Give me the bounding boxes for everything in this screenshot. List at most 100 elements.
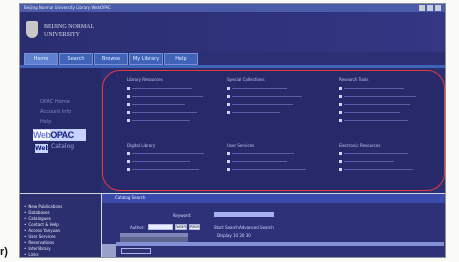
figure-marker: r): [0, 246, 8, 258]
left-list-item[interactable]: New Publications: [24, 204, 62, 209]
keyword-input[interactable]: [214, 212, 274, 217]
tab-search[interactable]: Search: [59, 53, 93, 65]
catalog-item[interactable]: [339, 87, 404, 90]
catalog-section-title: Research Tools: [339, 77, 369, 82]
bullet-icon: [339, 95, 342, 98]
bullet-icon: [127, 87, 130, 90]
catalog-item-line: [232, 104, 293, 105]
author-label: Author:: [130, 225, 145, 230]
bullet-icon: [227, 168, 230, 171]
catalog-item[interactable]: [127, 152, 204, 155]
catalog-item[interactable]: [127, 168, 199, 171]
catalog-section-title: Special Collections: [227, 77, 265, 82]
reset-button[interactable]: Reset: [189, 224, 200, 230]
catalog-item[interactable]: [339, 160, 394, 163]
catalog-section-title: User Services: [227, 143, 255, 148]
catalog-item[interactable]: [339, 168, 413, 171]
tab-home[interactable]: Home: [24, 53, 58, 65]
catalog-item[interactable]: [127, 95, 203, 98]
catalog-item-line: [232, 88, 287, 89]
bullet-icon: [127, 111, 130, 114]
catalog-item[interactable]: [339, 111, 400, 114]
site-header: BEIJING NORMAL UNIVERSITY: [20, 12, 445, 52]
catalog-item[interactable]: [227, 103, 293, 106]
bullet-icon: [227, 152, 230, 155]
left-list-item[interactable]: Reservations: [24, 240, 54, 245]
catalog-item[interactable]: [339, 152, 408, 155]
web-mini-logo: Web: [35, 144, 48, 153]
maximize-button[interactable]: [427, 5, 433, 11]
bullet-icon: [227, 111, 230, 114]
catalog-item[interactable]: [339, 103, 410, 106]
sidebar-link-account[interactable]: Account Info: [40, 109, 71, 115]
catalog-item[interactable]: [127, 103, 185, 106]
advanced-search-label[interactable]: Advanced Search: [239, 225, 274, 230]
sidebar-link-help[interactable]: Help: [40, 119, 51, 125]
mini-control[interactable]: [121, 248, 151, 254]
tab-browse[interactable]: Browse: [94, 53, 128, 65]
field-select[interactable]: [148, 224, 173, 230]
catalog-item[interactable]: [227, 168, 306, 171]
left-list-item[interactable]: Catalogues: [24, 216, 50, 221]
search-toolbar: [102, 194, 445, 203]
catalog-item[interactable]: [227, 87, 287, 90]
close-button[interactable]: [435, 5, 441, 11]
catalog-item[interactable]: [127, 160, 190, 163]
results-status-bar: [116, 242, 444, 246]
left-link-list: New Publications Databases Catalogues Co…: [20, 194, 101, 257]
bullet-icon: [339, 152, 342, 155]
left-list-item[interactable]: Links: [24, 252, 38, 257]
catalog-item-line: [344, 169, 413, 170]
minimize-button[interactable]: [419, 5, 425, 11]
bullet-icon: [339, 119, 342, 122]
tab-help[interactable]: Help: [164, 53, 198, 65]
bullet-icon: [339, 87, 342, 90]
left-list-item[interactable]: User Services: [24, 234, 55, 239]
catalog-item[interactable]: [127, 119, 190, 122]
sidebar-link-opac-home[interactable]: OPAC Home: [40, 99, 70, 105]
display-options[interactable]: Display 10 20 30: [217, 233, 251, 238]
start-search-label[interactable]: Start Search: [214, 225, 239, 230]
catalog-item-line: [344, 120, 408, 121]
catalog-item-line: [132, 169, 199, 170]
left-list-item[interactable]: Interlibrary: [24, 246, 50, 251]
search-button[interactable]: Search: [175, 224, 187, 230]
catalog-item[interactable]: [127, 111, 197, 114]
logo-line-2: UNIVERSITY: [44, 32, 80, 38]
catalog-item[interactable]: [227, 160, 287, 163]
catalog-item-line: [232, 153, 294, 154]
catalog-item-line: [344, 161, 394, 162]
left-list-item[interactable]: Databases: [24, 210, 49, 215]
catalog-item-line: [132, 104, 185, 105]
left-list-item[interactable]: Contact & Help: [24, 222, 58, 227]
catalog-highlight-panel: Library Resources Special Collections Re…: [102, 70, 445, 191]
scroll-handle[interactable]: [102, 244, 116, 257]
bullet-icon: [227, 160, 230, 163]
bullet-icon: [127, 168, 130, 171]
catalog-item-line: [132, 96, 203, 97]
catalog-item-line: [132, 88, 192, 89]
catalog-item[interactable]: [227, 152, 294, 155]
bullet-icon: [227, 95, 230, 98]
catalog-item[interactable]: [227, 111, 280, 114]
university-crest-icon: [26, 21, 38, 38]
tab-my-library[interactable]: My Library: [129, 53, 163, 65]
title-bar: Beijing Normal University Library WebOPA…: [20, 4, 445, 12]
logo-line-1: BEIJING NORMAL: [44, 24, 95, 30]
catalog-item[interactable]: [339, 95, 416, 98]
catalog-item-line: [132, 120, 190, 121]
bullet-icon: [227, 87, 230, 90]
webopac-logo-web: Web: [33, 130, 51, 140]
bullet-icon: [127, 160, 130, 163]
left-list-item[interactable]: Access Yanyuan: [24, 228, 60, 233]
catalog-item-line: [232, 96, 302, 97]
main-tabs: Home Search Browse My Library Help: [24, 53, 198, 65]
catalog-item-line: [232, 112, 280, 113]
webopac-logo: WebOPAC: [33, 129, 86, 141]
catalog-item[interactable]: [127, 87, 192, 90]
bullet-icon: [339, 103, 342, 106]
bullet-icon: [127, 95, 130, 98]
catalog-item[interactable]: [339, 119, 408, 122]
catalog-item-line: [344, 96, 416, 97]
catalog-item[interactable]: [227, 95, 302, 98]
